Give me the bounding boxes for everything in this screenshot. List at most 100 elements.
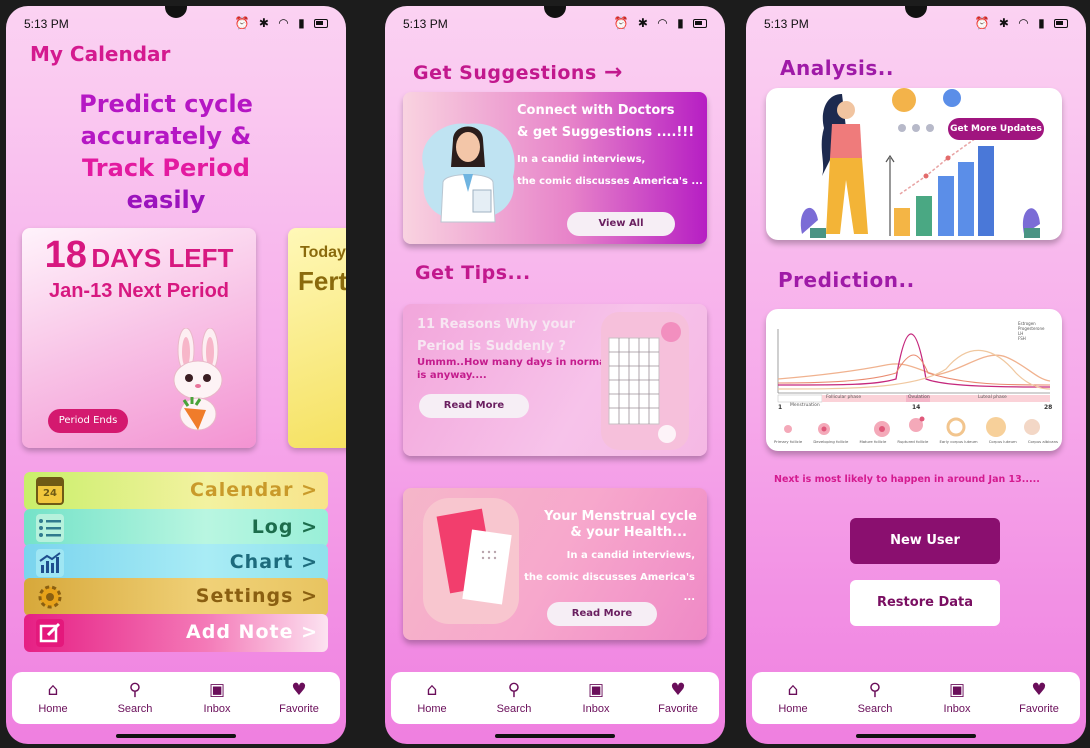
nav-inbox[interactable]: ▣ Inbox	[916, 672, 998, 724]
nav-search[interactable]: ⚲ Search	[834, 672, 916, 724]
calendar-photo	[601, 312, 689, 450]
stage-label: Ruptured follicle	[897, 439, 929, 444]
analysis-screen: 5:13 PM ⏰ ✱ ◠ ▮ Analysis.. Get More Upda…	[746, 6, 1086, 744]
nav-label: Search	[496, 703, 532, 715]
nav-home[interactable]: ⌂ Home	[752, 672, 834, 724]
hero-line: Predict cycle	[79, 90, 253, 118]
arrow-right-icon: →	[603, 60, 623, 85]
inbox-icon: ▣	[587, 680, 605, 700]
doctors-card[interactable]: Connect with Doctors & get Suggestions .…	[403, 92, 707, 244]
menu-label: Log >	[251, 516, 318, 538]
restore-data-button[interactable]: Restore Data	[850, 580, 1000, 626]
card-heading: Connect with Doctors	[517, 103, 675, 118]
nav-inbox[interactable]: ▣ Inbox	[176, 672, 258, 724]
stage-label: Corpus albicans	[1027, 439, 1058, 444]
read-more-button[interactable]: Read More	[547, 602, 657, 626]
next-period: Jan-13 Next Period	[48, 280, 230, 302]
chart-day-label: 28	[1044, 404, 1053, 411]
nav-label: Favorite	[279, 703, 319, 715]
calendar-screen: 5:13 PM ⏰ ✱ ◠ ▮ My Calendar Predict cycl…	[6, 6, 346, 744]
home-indicator	[495, 734, 615, 738]
menu-log[interactable]: Log >	[24, 509, 328, 547]
menu-settings[interactable]: Settings >	[24, 578, 328, 616]
card-text: In a candid interviews,	[566, 550, 695, 561]
suggestions-title[interactable]: Get Suggestions →	[413, 60, 623, 85]
gear-icon	[36, 583, 64, 611]
tips-title: Get Tips...	[415, 262, 531, 284]
search-icon: ⚲	[507, 680, 521, 700]
home-icon: ⌂	[47, 680, 59, 700]
new-user-button[interactable]: New User	[850, 518, 1000, 564]
status-time: 5:13 PM	[403, 17, 448, 31]
calendar-badge: 24	[43, 488, 57, 499]
legend-item: FSH	[1018, 336, 1026, 341]
card-heading: 11 Reasons Why your	[417, 317, 576, 332]
analysis-title: Analysis..	[780, 56, 894, 80]
status-icons: ⏰ ✱ ◠ ▮	[975, 16, 1068, 30]
bottom-nav: ⌂ Home ⚲ Search ▣ Inbox ♥ Favorite	[12, 672, 340, 724]
nav-label: Inbox	[203, 703, 231, 715]
stage-label: Developing follicle	[813, 439, 849, 444]
chart-day-label: 14	[912, 404, 921, 411]
status-icons: ⏰ ✱ ◠ ▮	[614, 16, 707, 30]
inbox-icon: ▣	[948, 680, 966, 700]
chart-label-phase: Luteal phase	[978, 395, 1007, 400]
home-indicator	[856, 734, 976, 738]
nav-favorite[interactable]: ♥ Favorite	[258, 672, 340, 724]
card-heading: & get Suggestions ....!!!	[517, 125, 695, 140]
edit-icon	[36, 619, 64, 647]
nav-label: Home	[417, 703, 447, 715]
nav-label: Home	[778, 703, 808, 715]
bunny-illustration	[173, 328, 223, 431]
health-card[interactable]: Your Menstrual cycle & your Health... In…	[403, 488, 707, 640]
menu-chart[interactable]: Chart >	[24, 544, 328, 582]
nav-favorite[interactable]: ♥ Favorite	[998, 672, 1080, 724]
status-time: 5:13 PM	[24, 17, 69, 31]
bottom-nav: ⌂ Home ⚲ Search ▣ Inbox ♥ Favorite	[391, 672, 719, 724]
chart-legend: Estrogen Progesterone LH FSH	[1018, 321, 1044, 341]
card-text: Ummm..How many days in normal	[417, 357, 610, 368]
fertile-card[interactable]: Today Fert	[288, 228, 346, 448]
period-ends-button[interactable]: Period Ends	[48, 409, 128, 433]
days-number: 18	[44, 234, 87, 276]
card-text: In a candid interviews,	[517, 154, 646, 165]
stage-labels: Primary follicle Developing follicle Mat…	[774, 439, 1058, 444]
status-bar: 5:13 PM ⏰ ✱ ◠ ▮	[6, 16, 346, 34]
search-icon: ⚲	[128, 680, 142, 700]
suggestions-screen: 5:13 PM ⏰ ✱ ◠ ▮ Get Suggestions → Connec…	[385, 6, 725, 744]
prediction-title: Prediction..	[778, 268, 915, 292]
nav-search[interactable]: ⚲ Search	[94, 672, 176, 724]
chart-label-phase: Follicular phase	[826, 395, 862, 400]
nav-label: Favorite	[658, 703, 698, 715]
analysis-card[interactable]: Get More Updates	[766, 88, 1062, 240]
days-left-card[interactable]: 18 DAYS LEFT Jan-13 Next Period Period E…	[22, 228, 256, 448]
hero-line: easily	[126, 186, 206, 214]
nav-inbox[interactable]: ▣ Inbox	[555, 672, 637, 724]
get-more-updates-button[interactable]: Get More Updates	[948, 118, 1044, 140]
nav-label: Home	[38, 703, 68, 715]
card-heading: & your Health...	[570, 525, 687, 540]
home-icon: ⌂	[787, 680, 799, 700]
nav-favorite[interactable]: ♥ Favorite	[637, 672, 719, 724]
card-heading: Period is Suddenly ?	[417, 339, 566, 354]
nav-home[interactable]: ⌂ Home	[12, 672, 94, 724]
nav-search[interactable]: ⚲ Search	[473, 672, 555, 724]
nav-home[interactable]: ⌂ Home	[391, 672, 473, 724]
next-period-prediction: Next is most likely to happen in around …	[774, 474, 1040, 485]
inbox-icon: ▣	[208, 680, 226, 700]
stage-label: Mature follicle	[859, 439, 887, 444]
prediction-card[interactable]: Follicular phase Ovulation Luteal phase …	[766, 309, 1062, 451]
fertile-today-label: Today	[300, 244, 346, 261]
tips-card[interactable]: 11 Reasons Why your Period is Suddenly ?…	[403, 304, 707, 456]
hero-headline: Predict cycle accurately & Track Period …	[26, 88, 306, 216]
view-all-button[interactable]: View All	[567, 212, 675, 236]
chart-icon	[36, 549, 64, 577]
read-more-button[interactable]: Read More	[419, 394, 529, 418]
stage-label: Corpus luteum	[988, 439, 1017, 444]
calendar-icon: 24	[36, 477, 64, 505]
battery-icon	[1054, 19, 1068, 29]
menu-calendar[interactable]: 24 Calendar >	[24, 472, 328, 510]
status-bar: 5:13 PM ⏰ ✱ ◠ ▮	[746, 16, 1086, 34]
chart-label-menstruation: Menstruation	[790, 403, 820, 408]
menu-add-note[interactable]: Add Note >	[24, 614, 328, 652]
